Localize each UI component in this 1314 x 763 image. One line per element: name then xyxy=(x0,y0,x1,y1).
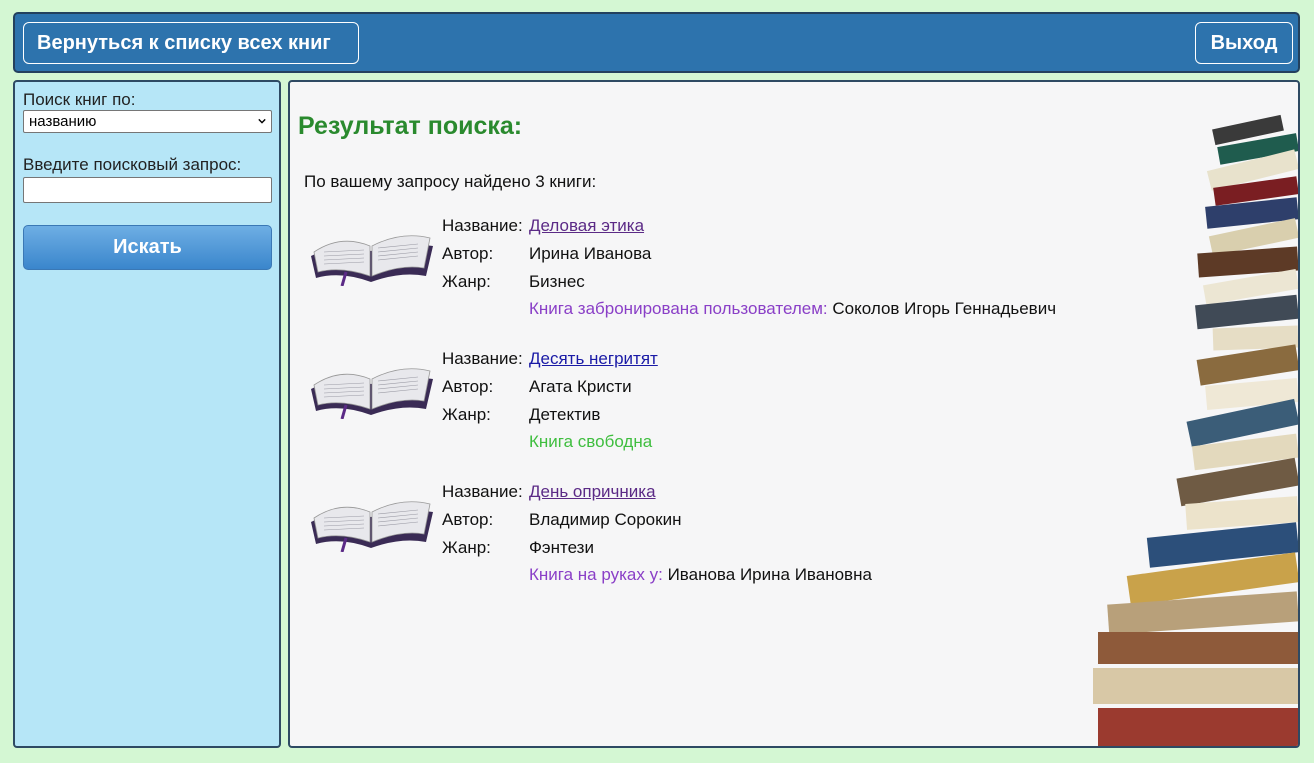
book-title-link[interactable]: Десять негритят xyxy=(529,349,658,369)
genre-label: Жанр: xyxy=(442,538,491,557)
results-count-text: По вашему запросу найдено 3 книги: xyxy=(304,172,597,191)
genre-label: Жанр: xyxy=(442,405,491,424)
logout-button[interactable]: Выход xyxy=(1195,22,1293,64)
book-author: Владимир Сорокин xyxy=(529,510,682,529)
book-status: Книга забронирована пользователем: xyxy=(529,299,828,318)
book-genre: Фэнтези xyxy=(529,538,594,557)
book-title-link[interactable]: Деловая этика xyxy=(529,216,644,236)
search-button[interactable]: Искать xyxy=(23,225,272,270)
search-by-select[interactable]: названию xyxy=(23,110,272,133)
author-label: Автор: xyxy=(442,244,494,263)
title-label: Название: xyxy=(442,216,523,235)
query-label: Введите поисковый запрос: xyxy=(23,155,242,174)
book-title-link[interactable]: День опричника xyxy=(529,482,656,502)
back-to-all-books-button[interactable]: Вернуться к списку всех книг xyxy=(23,22,359,64)
open-book-icon xyxy=(311,368,433,419)
search-by-value: названию xyxy=(29,113,97,130)
chevron-down-icon xyxy=(258,118,266,124)
search-by-label: Поиск книг по: xyxy=(23,90,136,109)
author-label: Автор: xyxy=(442,377,494,396)
genre-label: Жанр: xyxy=(442,272,491,291)
author-label: Автор: xyxy=(442,510,494,529)
book-status-user: Соколов Игорь Геннадьевич xyxy=(832,299,1057,318)
search-results-panel: Результат поиска: По вашему запросу найд… xyxy=(288,80,1300,748)
title-label: Название: xyxy=(442,349,523,368)
book-status: Книга на руках у: xyxy=(529,565,663,584)
search-query-input[interactable] xyxy=(23,177,272,203)
page-title: Результат поиска: xyxy=(298,112,523,140)
book-status-user: Иванова Ирина Ивановна xyxy=(667,565,872,584)
book-stack-illustration xyxy=(1093,114,1298,746)
book-author: Агата Кристи xyxy=(529,377,632,396)
open-book-icon xyxy=(311,235,433,286)
open-book-icon xyxy=(311,501,433,552)
search-sidebar: Поиск книг по: названию Введите поисковы… xyxy=(13,80,281,748)
top-bar: Вернуться к списку всех книг Выход xyxy=(13,12,1300,73)
book-status: Книга свободна xyxy=(529,432,653,451)
book-author: Ирина Иванова xyxy=(529,244,652,263)
book-genre: Бизнес xyxy=(529,272,585,291)
title-label: Название: xyxy=(442,482,523,501)
book-genre: Детектив xyxy=(529,405,601,424)
